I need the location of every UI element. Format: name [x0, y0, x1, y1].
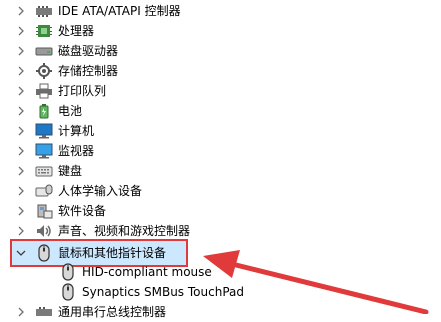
tree-item-software-devices[interactable]: 软件设备 — [14, 201, 106, 221]
chevron-right-icon[interactable] — [14, 141, 28, 161]
tree-item-label: 键盘 — [58, 164, 83, 178]
tree-item-label: 存储控制器 — [58, 64, 119, 78]
monitor-icon — [34, 141, 54, 161]
battery-icon — [34, 101, 54, 121]
tree-item-computer[interactable]: 计算机 — [14, 121, 94, 141]
tree-item-label: IDE ATA/ATAPI 控制器 — [58, 4, 181, 18]
tree-item-label: 声音、视频和游戏控制器 — [58, 224, 191, 238]
mouse-icon — [58, 282, 78, 302]
tree-item-label: 磁盘驱动器 — [58, 44, 119, 58]
tree-item-label: 监视器 — [58, 144, 95, 158]
tree-child-hid-compliant-mouse[interactable]: HID-compliant mouse — [58, 262, 212, 282]
disk-drive-icon — [34, 41, 54, 61]
tree-item-label: 电池 — [58, 104, 83, 118]
tree-item-label: 人体学输入设备 — [58, 184, 143, 198]
chevron-right-icon[interactable] — [14, 61, 28, 81]
chevron-right-icon[interactable] — [14, 161, 28, 181]
tree-item-keyboards[interactable]: 键盘 — [14, 161, 82, 181]
tree-item-label: Synaptics SMBus TouchPad — [82, 285, 244, 299]
chevron-right-icon[interactable] — [14, 221, 28, 241]
keyboard-icon — [34, 161, 54, 181]
chevron-right-icon[interactable] — [14, 41, 28, 61]
tree-item-monitors[interactable]: 监视器 — [14, 141, 94, 161]
software-device-icon — [34, 201, 54, 221]
printer-icon — [34, 81, 54, 101]
chevron-right-icon[interactable] — [14, 21, 28, 41]
chevron-right-icon[interactable] — [14, 302, 28, 322]
chevron-right-icon[interactable] — [14, 81, 28, 101]
tree-item-label: 通用串行总线控制器 — [58, 305, 167, 319]
tree-item-human-interface-devices[interactable]: 人体学输入设备 — [14, 181, 142, 201]
tree-item-label: 处理器 — [58, 24, 95, 38]
mouse-icon — [58, 262, 78, 282]
tree-item-disk-drives[interactable]: 磁盘驱动器 — [14, 41, 118, 61]
tree-item-sound-video-game-controllers[interactable]: 声音、视频和游戏控制器 — [14, 221, 190, 241]
tree-item-mice-pointing-devices[interactable]: 鼠标和其他指针设备 — [14, 243, 166, 263]
tree-item-batteries[interactable]: 电池 — [14, 101, 82, 121]
hid-icon — [34, 181, 54, 201]
tree-item-label: 鼠标和其他指针设备 — [58, 246, 167, 260]
tree-item-label: HID-compliant mouse — [82, 265, 212, 279]
sound-icon — [34, 221, 54, 241]
chevron-right-icon[interactable] — [14, 101, 28, 121]
usb-controller-icon — [34, 302, 54, 322]
processor-icon — [34, 21, 54, 41]
tree-item-storage-controllers[interactable]: 存储控制器 — [14, 61, 118, 81]
tree-item-print-queues[interactable]: 打印队列 — [14, 81, 106, 101]
chevron-down-icon[interactable] — [14, 243, 28, 263]
computer-icon — [34, 121, 54, 141]
ide-controller-icon — [34, 1, 54, 21]
mouse-icon — [34, 243, 54, 263]
tree-item-label: 计算机 — [58, 124, 95, 138]
tree-item-processors[interactable]: 处理器 — [14, 21, 94, 41]
storage-controller-icon — [34, 61, 54, 81]
tree-item-ide-controllers[interactable]: IDE ATA/ATAPI 控制器 — [14, 1, 181, 21]
chevron-right-icon[interactable] — [14, 201, 28, 221]
tree-item-label: 打印队列 — [58, 84, 107, 98]
tree-item-label: 软件设备 — [58, 204, 107, 218]
chevron-right-icon[interactable] — [14, 181, 28, 201]
tree-child-synaptics-touchpad[interactable]: Synaptics SMBus TouchPad — [58, 282, 244, 302]
chevron-right-icon[interactable] — [14, 1, 28, 21]
tree-item-usb-controllers[interactable]: 通用串行总线控制器 — [14, 302, 166, 322]
chevron-right-icon[interactable] — [14, 121, 28, 141]
